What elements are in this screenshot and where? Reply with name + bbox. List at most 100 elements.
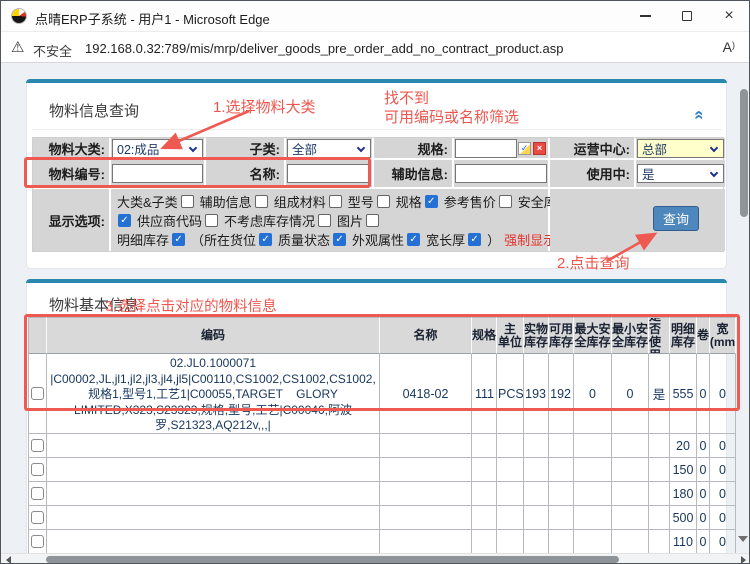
subrow-checkbox[interactable] bbox=[31, 511, 44, 524]
subrow-cell-in_use bbox=[649, 506, 670, 530]
subrow-cell-max_safe bbox=[574, 434, 612, 458]
subrow-cell-in_use bbox=[649, 434, 670, 458]
maximize-button[interactable] bbox=[667, 1, 707, 31]
subrow-cell-phys bbox=[524, 458, 549, 482]
option-checkbox-质量状态[interactable]: ✓ bbox=[333, 233, 346, 246]
app-favicon-icon bbox=[11, 8, 27, 24]
subrow-cell-in_use bbox=[649, 530, 670, 554]
subrow-cell-code bbox=[47, 506, 380, 530]
option-checkbox-明细库存[interactable]: ✓ bbox=[172, 233, 185, 246]
option-checkbox-不考虑库存情况[interactable] bbox=[318, 214, 331, 227]
option-checkbox-宽长厚[interactable]: ✓ bbox=[468, 233, 481, 246]
spec-input[interactable] bbox=[455, 139, 517, 158]
option-label: 大类&子类 bbox=[117, 192, 178, 211]
subrow-cell-width: 0 bbox=[710, 458, 736, 482]
subrow-cell-unit bbox=[497, 530, 524, 554]
subrow-cell-avail bbox=[549, 458, 574, 482]
address-bar[interactable]: ⚠ 不安全 192.168.0.32:789/mis/mrp/deliver_g… bbox=[1, 31, 749, 63]
option-checkbox-组成材料[interactable] bbox=[329, 195, 342, 208]
subrow-cell-code bbox=[47, 434, 380, 458]
subrow-cell-width: 0 bbox=[710, 482, 736, 506]
scroll-down-icon[interactable] bbox=[738, 536, 748, 542]
option-checkbox-（所在货位[interactable]: ✓ bbox=[259, 233, 272, 246]
close-button[interactable]: × bbox=[709, 1, 749, 31]
subrow-cell-roll: 0 bbox=[697, 458, 710, 482]
subrow-cell-roll: 0 bbox=[697, 506, 710, 530]
option-label: ） bbox=[487, 230, 500, 249]
highlight-rect-material-no-row bbox=[24, 157, 371, 188]
spec-picker-icon[interactable]: ✓ bbox=[518, 142, 531, 155]
option-checkbox-参考售价[interactable] bbox=[499, 195, 512, 208]
subrow-checkbox[interactable] bbox=[31, 463, 44, 476]
query-panel-title: 物料信息查询 bbox=[49, 100, 139, 121]
subrow-cell-avail bbox=[549, 506, 574, 530]
annotation-arrow-step1 bbox=[151, 101, 261, 157]
option-checkbox-辅助信息[interactable] bbox=[255, 195, 268, 208]
option-label: 供应商代码 bbox=[137, 211, 202, 230]
scroll-right-icon[interactable] bbox=[741, 556, 746, 564]
spec-clear-icon[interactable]: × bbox=[533, 142, 546, 155]
subrow-cell-spec bbox=[472, 482, 497, 506]
option-label: 辅助信息 bbox=[200, 192, 252, 211]
subrow-checkbox[interactable] bbox=[31, 487, 44, 500]
not-secure-warning-icon: ⚠ bbox=[11, 38, 24, 56]
display-options-cell: 大类&子类辅助信息组成材料型号规格✓参考售价安全库存✓使用中 ✓供应商代码不考虑… bbox=[111, 189, 548, 251]
subrow-cell-roll: 0 bbox=[697, 482, 710, 506]
option-checkbox-型号[interactable] bbox=[377, 195, 390, 208]
aux-info-input[interactable] bbox=[455, 164, 547, 183]
subrow-cell-width: 0 bbox=[710, 434, 736, 458]
option-label: 外观属性 bbox=[352, 230, 404, 249]
subrow-cell-detail: 110 bbox=[670, 530, 697, 554]
minimize-button[interactable] bbox=[625, 1, 665, 31]
subrow-checkbox[interactable] bbox=[31, 535, 44, 548]
chevron-down-icon bbox=[357, 143, 365, 151]
spec-label: 规格: bbox=[374, 138, 452, 158]
url-text[interactable]: 192.168.0.32:789/mis/mrp/deliver_goods_p… bbox=[85, 41, 563, 56]
vertical-scrollbar-thumb[interactable] bbox=[740, 89, 748, 217]
subrow-cell-width: 0 bbox=[710, 506, 736, 530]
op-center-select[interactable]: 总部 bbox=[637, 139, 724, 158]
option-checkbox-图片[interactable] bbox=[366, 214, 379, 227]
subrow-cell-code bbox=[47, 482, 380, 506]
subrow-checkbox[interactable] bbox=[31, 439, 44, 452]
option-checkbox-in-use[interactable]: ✓ bbox=[118, 214, 131, 227]
in-use-select[interactable]: 是 bbox=[637, 164, 724, 183]
option-label: 不考虑库存情况 bbox=[224, 211, 315, 230]
subrow-checkbox-cell bbox=[28, 506, 47, 530]
subrow-cell-detail: 20 bbox=[670, 434, 697, 458]
option-checkbox-大类&子类[interactable] bbox=[181, 195, 194, 208]
highlight-rect-table bbox=[24, 314, 740, 411]
subrow-checkbox-cell bbox=[28, 482, 47, 506]
subrow-cell-spec bbox=[472, 458, 497, 482]
subrow-cell-avail bbox=[549, 482, 574, 506]
annotation-note-line1: 找不到 bbox=[384, 87, 429, 108]
read-aloud-icon[interactable]: A) bbox=[723, 39, 735, 55]
horizontal-scrollbar-thumb[interactable] bbox=[46, 556, 619, 563]
scroll-left-icon[interactable] bbox=[6, 556, 11, 564]
option-label: 参考售价 bbox=[444, 192, 496, 211]
option-checkbox-规格[interactable]: ✓ bbox=[425, 195, 438, 208]
subrow-cell-min_safe bbox=[612, 506, 649, 530]
category-label: 物料大类: bbox=[33, 138, 109, 158]
horizontal-scrollbar[interactable] bbox=[1, 553, 750, 564]
annotation-arrow-step2 bbox=[599, 225, 669, 269]
option-checkbox-供应商代码[interactable] bbox=[205, 214, 218, 227]
subcategory-select[interactable]: 全部 bbox=[287, 139, 371, 158]
aux-info-cell bbox=[454, 160, 548, 187]
subrow-cell-min_safe bbox=[612, 434, 649, 458]
collapse-panel-icon[interactable]: « bbox=[694, 110, 704, 119]
subrow-cell-in_use bbox=[649, 458, 670, 482]
panel-accent-bar bbox=[26, 79, 727, 83]
option-label: 图片 bbox=[337, 211, 363, 230]
subrow-cell-avail bbox=[549, 530, 574, 554]
divider bbox=[33, 129, 722, 130]
option-label: 宽长厚 bbox=[426, 230, 465, 249]
option-label: 组成材料 bbox=[274, 192, 326, 211]
option-label: 规格 bbox=[396, 192, 422, 211]
subrow-cell-roll: 0 bbox=[697, 434, 710, 458]
subrow-cell-min_safe bbox=[612, 482, 649, 506]
op-center-select-cell: 总部 bbox=[636, 138, 725, 158]
subrow-cell-max_safe bbox=[574, 506, 612, 530]
subrow-cell-phys bbox=[524, 530, 549, 554]
option-checkbox-外观属性[interactable]: ✓ bbox=[407, 233, 420, 246]
